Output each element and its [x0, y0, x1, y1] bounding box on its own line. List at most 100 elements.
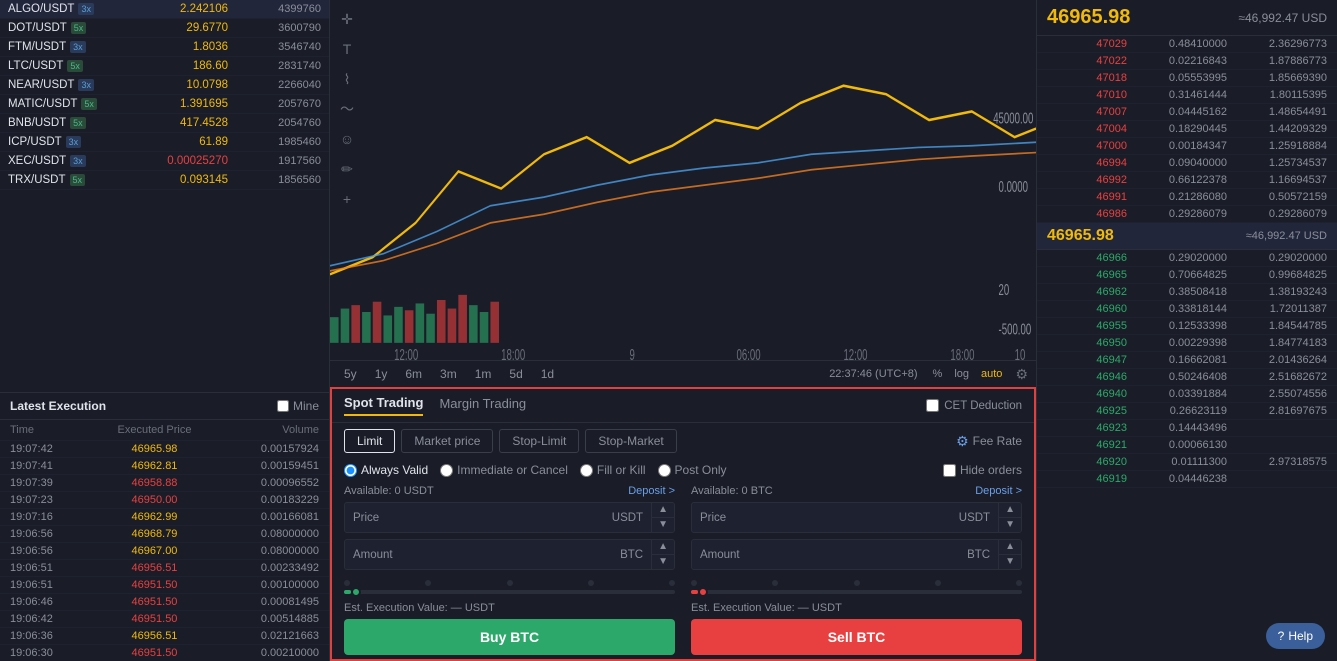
buy-btn[interactable]: Buy BTC	[344, 619, 675, 655]
fee-rate[interactable]: ⚙ Fee Rate	[956, 433, 1022, 450]
wave-tool[interactable]: 〜	[336, 98, 358, 120]
bid-row[interactable]: 46919 0.04446238	[1037, 471, 1337, 488]
bid-row[interactable]: 46962 0.38508418 1.38193243	[1037, 284, 1337, 301]
buy-price-up[interactable]: ▲	[652, 503, 674, 517]
time-period-btn[interactable]: 3m	[434, 365, 463, 383]
sell-price-up[interactable]: ▲	[999, 503, 1021, 517]
cet-deduction-checkbox[interactable]	[926, 399, 939, 412]
sell-amount-input[interactable]	[748, 542, 959, 568]
pair-row[interactable]: ALGO/USDT 3x 2.242106 4399760	[0, 0, 329, 19]
emoji-tool[interactable]: ☺	[336, 128, 358, 150]
bid-price: 46923	[1047, 422, 1127, 434]
bid-row[interactable]: 46955 0.12533398 1.84544785	[1037, 318, 1337, 335]
tif-always-valid[interactable]: Always Valid	[344, 463, 428, 477]
bid-row[interactable]: 46960 0.33818144 1.72011387	[1037, 301, 1337, 318]
sell-amount-up[interactable]: ▲	[999, 540, 1021, 554]
sell-slider-thumb[interactable]	[698, 587, 708, 597]
time-period-btn[interactable]: 1y	[369, 365, 394, 383]
ask-row[interactable]: 47022 0.02216843 1.87886773	[1037, 53, 1337, 70]
pairs-list: ALGO/USDT 3x 2.242106 4399760 DOT/USDT 5…	[0, 0, 329, 392]
pair-row[interactable]: LTC/USDT 5x 186.60 2831740	[0, 57, 329, 76]
buy-price-down[interactable]: ▼	[652, 518, 674, 532]
time-period-btn[interactable]: 1m	[469, 365, 498, 383]
chart-option-log[interactable]: log	[951, 367, 972, 381]
buy-amount-input[interactable]	[401, 542, 612, 568]
btn-stop-limit[interactable]: Stop-Limit	[499, 429, 579, 453]
bid-size: 0.16662081	[1137, 354, 1227, 366]
bid-row[interactable]: 46921 0.00066130	[1037, 437, 1337, 454]
tif-post-only[interactable]: Post Only	[658, 463, 727, 477]
tif-ioc[interactable]: Immediate or Cancel	[440, 463, 568, 477]
tab-margin-trading[interactable]: Margin Trading	[439, 396, 526, 415]
buy-amount-up[interactable]: ▲	[652, 540, 674, 554]
pair-row[interactable]: XEC/USDT 3x 0.00025270 1917560	[0, 152, 329, 171]
pair-row[interactable]: DOT/USDT 5x 29.6770 3600790	[0, 19, 329, 38]
draw-tool[interactable]: ⌇	[336, 68, 358, 90]
crosshair-tool[interactable]: ✛	[336, 8, 358, 30]
ask-row[interactable]: 47000 0.00184347 1.25918884	[1037, 138, 1337, 155]
time-period-btn[interactable]: 5d	[503, 365, 528, 383]
mine-checkbox-input[interactable]	[277, 400, 289, 412]
chart-settings-icon[interactable]: ⚙	[1015, 366, 1028, 383]
time-period-btn[interactable]: 5y	[338, 365, 363, 383]
hide-orders[interactable]: Hide orders	[943, 463, 1022, 477]
text-tool[interactable]: T	[336, 38, 358, 60]
sell-price-down[interactable]: ▼	[999, 518, 1021, 532]
pair-row[interactable]: FTM/USDT 3x 1.8036 3546740	[0, 38, 329, 57]
chart-option-%[interactable]: %	[930, 367, 946, 381]
tif-fok[interactable]: Fill or Kill	[580, 463, 646, 477]
measure-tool[interactable]: +	[336, 188, 358, 210]
bid-row[interactable]: 46946 0.50246408 2.51682672	[1037, 369, 1337, 386]
sell-slider-track[interactable]	[691, 590, 1022, 594]
time-period-btn[interactable]: 1d	[535, 365, 560, 383]
buy-deposit[interactable]: Deposit >	[628, 485, 675, 497]
ask-row[interactable]: 46991 0.21286080 0.50572159	[1037, 189, 1337, 206]
ask-row[interactable]: 47010 0.31461444 1.80115395	[1037, 87, 1337, 104]
sell-btn[interactable]: Sell BTC	[691, 619, 1022, 655]
cet-deduction[interactable]: CET Deduction	[926, 399, 1022, 412]
sell-amount-down[interactable]: ▼	[999, 555, 1021, 569]
btn-market-price[interactable]: Market price	[401, 429, 493, 453]
ask-row[interactable]: 46994 0.09040000 1.25734537	[1037, 155, 1337, 172]
ask-row[interactable]: 47018 0.05553995 1.85669390	[1037, 70, 1337, 87]
bid-row[interactable]: 46965 0.70664825 0.99684825	[1037, 267, 1337, 284]
bid-row[interactable]: 46947 0.16662081 2.01436264	[1037, 352, 1337, 369]
bid-row[interactable]: 46966 0.29020000 0.29020000	[1037, 250, 1337, 267]
btn-stop-market[interactable]: Stop-Market	[585, 429, 676, 453]
pair-volume: 4399760	[228, 3, 321, 15]
ask-row[interactable]: 46986 0.29286079 0.29286079	[1037, 206, 1337, 223]
bid-row[interactable]: 46925 0.26623119 2.81697675	[1037, 403, 1337, 420]
bid-row[interactable]: 46950 0.00229398 1.84774183	[1037, 335, 1337, 352]
sell-slider-row[interactable]	[691, 576, 1022, 598]
edit-tool[interactable]: ✏	[336, 158, 358, 180]
buy-slider-thumb[interactable]	[351, 587, 361, 597]
ask-row[interactable]: 47004 0.18290445 1.44209329	[1037, 121, 1337, 138]
leverage-badge: 3x	[78, 3, 94, 15]
ask-row[interactable]: 47007 0.04445162 1.48654491	[1037, 104, 1337, 121]
sell-deposit[interactable]: Deposit >	[975, 485, 1022, 497]
buy-amount-down[interactable]: ▼	[652, 555, 674, 569]
ask-row[interactable]: 47029 0.48410000 2.36296773	[1037, 36, 1337, 53]
buy-price-input[interactable]	[400, 505, 604, 531]
hide-orders-checkbox[interactable]	[943, 464, 956, 477]
time-period-btn[interactable]: 6m	[399, 365, 428, 383]
pair-row[interactable]: MATIC/USDT 5x 1.391695 2057670	[0, 95, 329, 114]
current-price: 46965.98	[1047, 6, 1130, 29]
buy-slider-track[interactable]	[344, 590, 675, 594]
bid-row[interactable]: 46923 0.14443496	[1037, 420, 1337, 437]
help-button[interactable]: ? Help	[1266, 623, 1325, 649]
bid-row[interactable]: 46940 0.03391884 2.55074556	[1037, 386, 1337, 403]
ask-row[interactable]: 46992 0.66122378 1.16694537	[1037, 172, 1337, 189]
sell-price-input[interactable]	[747, 505, 951, 531]
pair-row[interactable]: ICP/USDT 3x 61.89 1985460	[0, 133, 329, 152]
pair-row[interactable]: BNB/USDT 5x 417.4528 2054760	[0, 114, 329, 133]
leverage-badge: 3x	[70, 155, 86, 167]
buy-slider-row[interactable]	[344, 576, 675, 598]
pair-row[interactable]: TRX/USDT 5x 0.093145 1856560	[0, 171, 329, 190]
btn-limit[interactable]: Limit	[344, 429, 395, 453]
bid-row[interactable]: 46920 0.01111300 2.97318575	[1037, 454, 1337, 471]
pair-row[interactable]: NEAR/USDT 3x 10.0798 2266040	[0, 76, 329, 95]
chart-option-auto[interactable]: auto	[978, 367, 1005, 381]
mine-checkbox[interactable]: Mine	[277, 399, 319, 413]
tab-spot-trading[interactable]: Spot Trading	[344, 395, 423, 416]
